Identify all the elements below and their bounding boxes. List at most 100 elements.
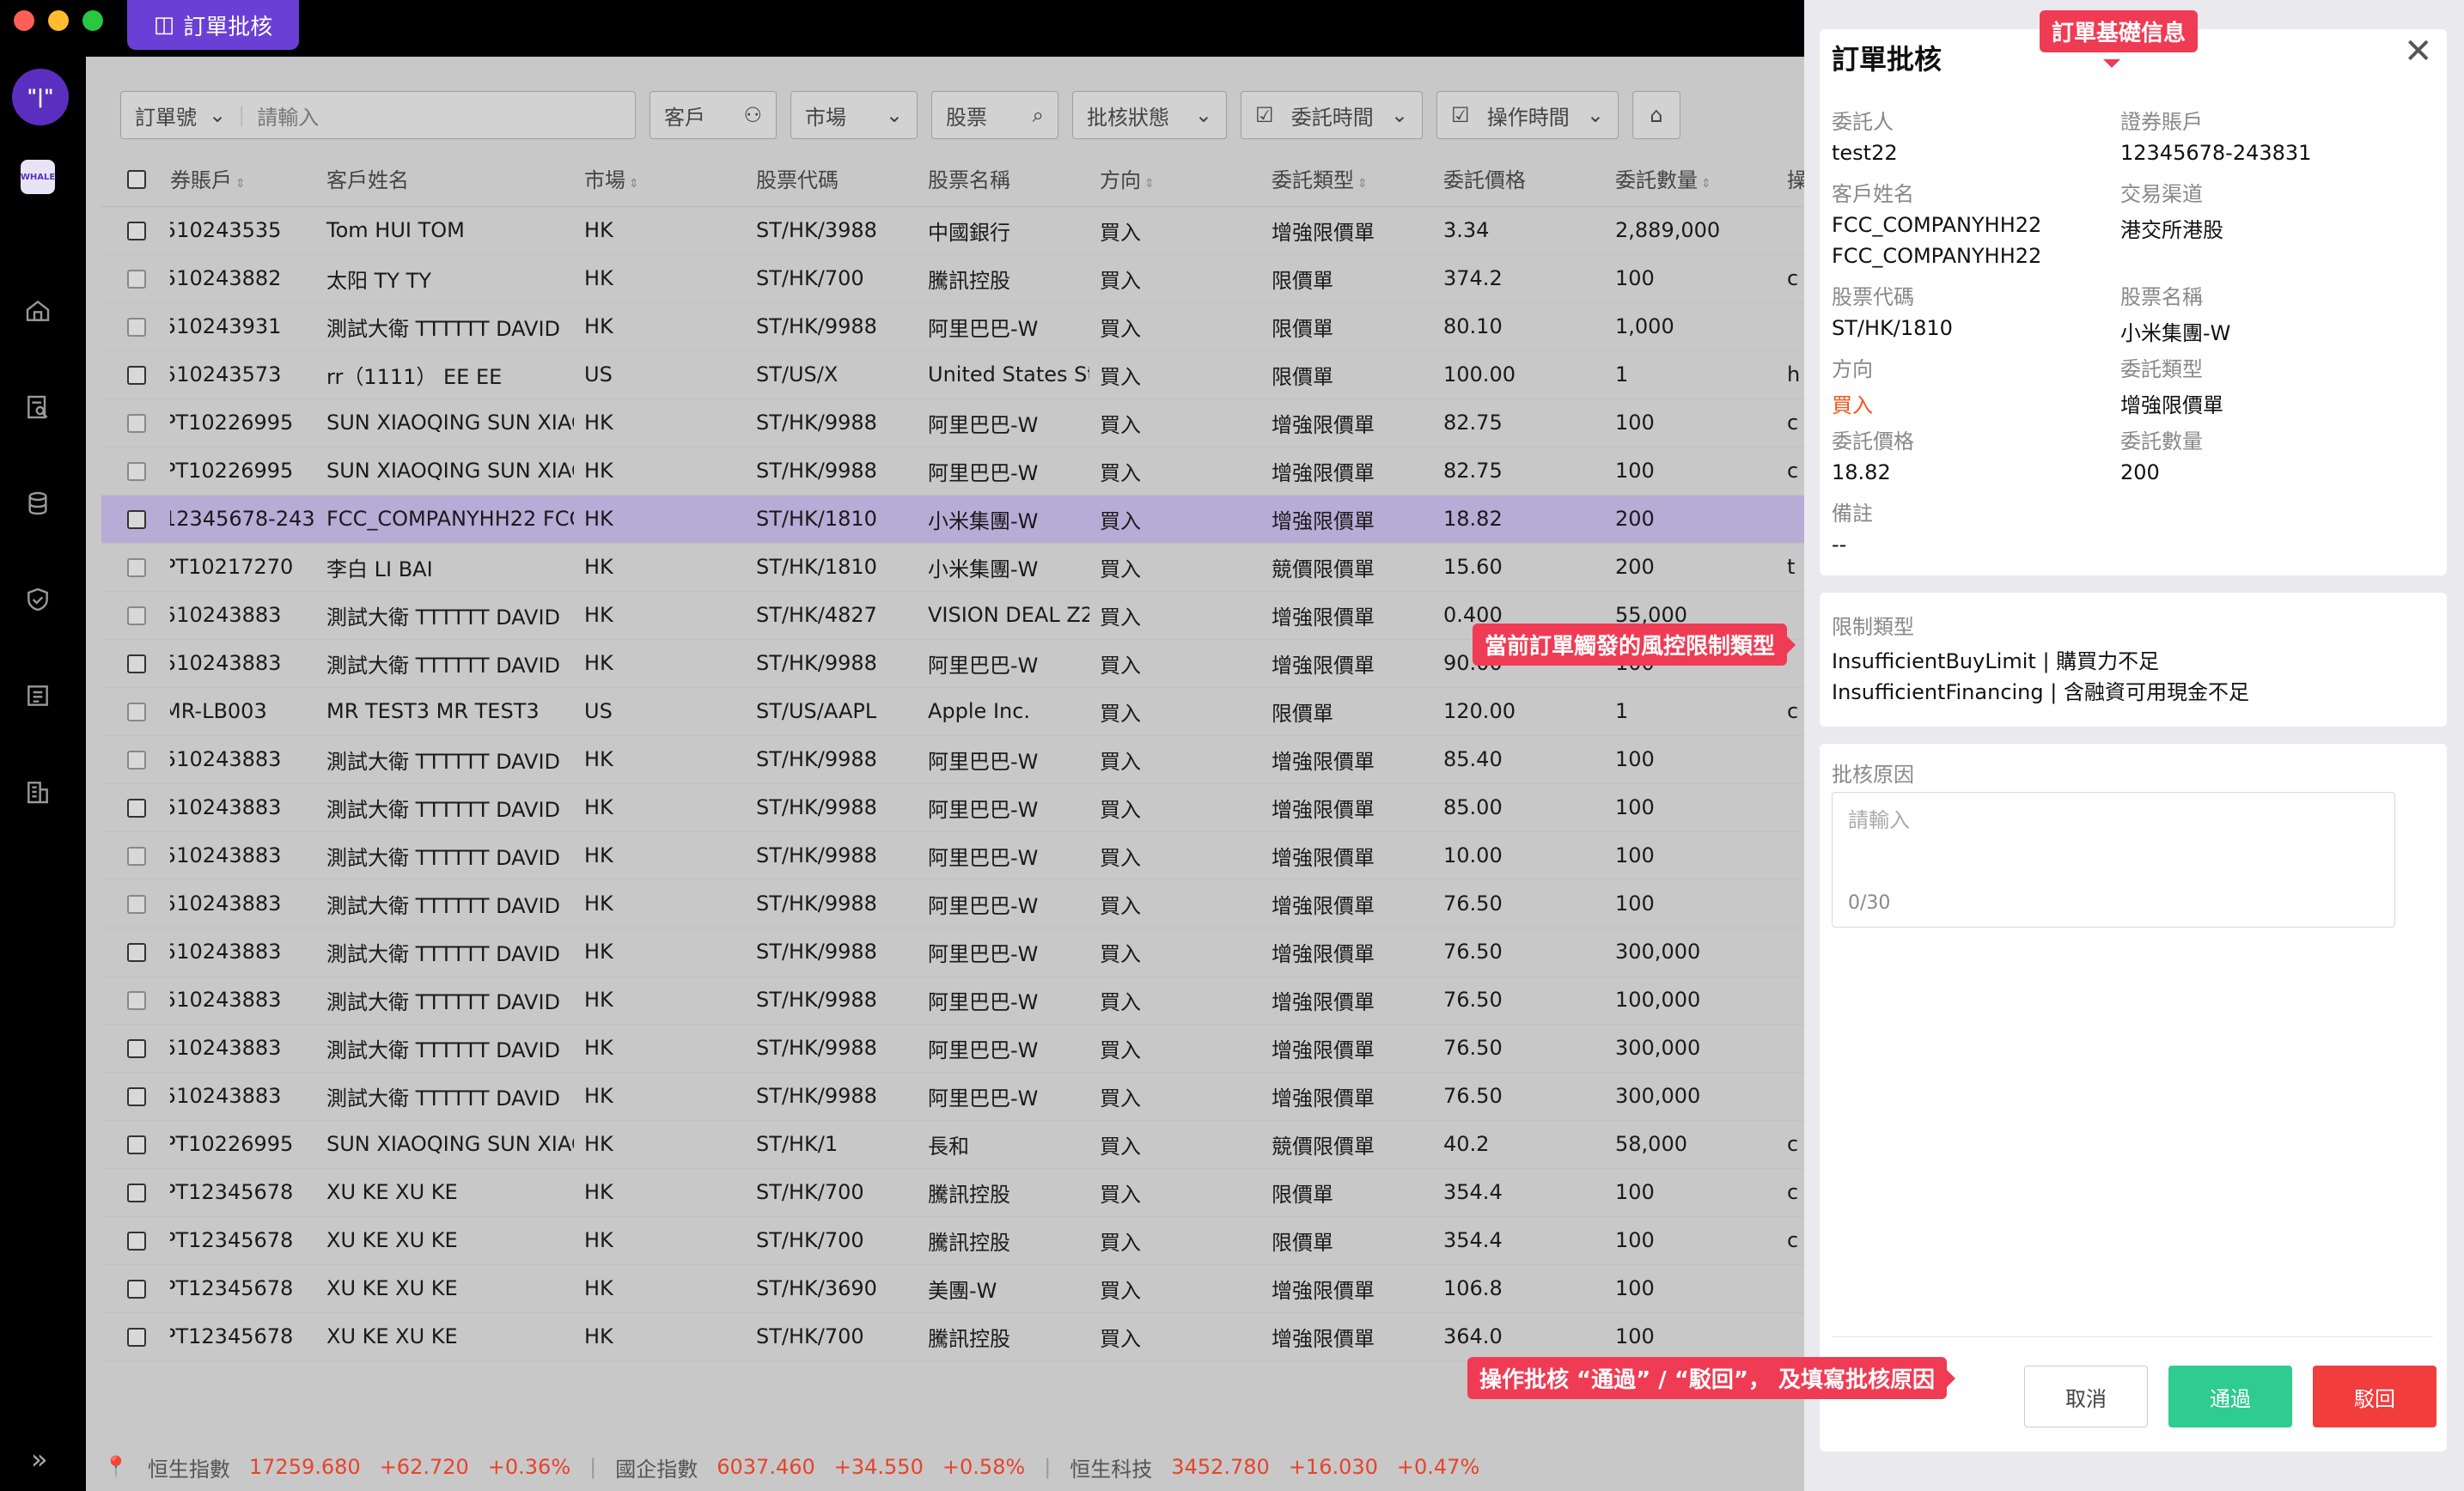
table-row[interactable]: PT10226995 SUN XIAOQING SUN XIAO HK ST/HK/9… bbox=[101, 399, 1804, 447]
ticker-change: +62.720 bbox=[379, 1455, 469, 1479]
whale-app-icon[interactable]: WHALE bbox=[21, 160, 55, 194]
row-checkbox[interactable] bbox=[127, 318, 146, 337]
row-checkbox[interactable] bbox=[127, 895, 146, 914]
col-market[interactable]: 市場 ⇕ bbox=[574, 151, 746, 207]
table-row[interactable]: PT12345678 XU KE XU KE HK ST/HK/700 騰訊控股 買入 增強… bbox=[101, 1312, 1804, 1361]
table-row[interactable]: MR-LB003 MR TEST3 MR TEST3 US ST/US/AAPL App… bbox=[101, 687, 1804, 736]
order-time-filter[interactable]: ☑ 委託時間 ⌄ bbox=[1241, 91, 1423, 139]
building-icon[interactable] bbox=[19, 773, 57, 811]
row-checkbox[interactable] bbox=[127, 799, 146, 818]
cell-client-name: rr（1111） EE EE bbox=[316, 350, 574, 399]
market-filter[interactable]: 市場 ⌄ bbox=[790, 91, 918, 139]
row-checkbox[interactable] bbox=[127, 991, 146, 1010]
row-checkbox[interactable] bbox=[127, 414, 146, 433]
row-checkbox[interactable] bbox=[127, 1232, 146, 1251]
row-checkbox[interactable] bbox=[127, 943, 146, 962]
order-no-input[interactable]: 請輸入 bbox=[257, 100, 319, 131]
sort-icon[interactable]: ⇕ bbox=[629, 177, 639, 191]
operation-time-filter[interactable]: ☑ 操作時間 ⌄ bbox=[1436, 91, 1619, 139]
sort-icon[interactable]: ⇕ bbox=[1144, 177, 1155, 191]
cell-operation bbox=[1777, 1072, 1804, 1121]
row-checkbox[interactable] bbox=[127, 1135, 146, 1154]
reject-button[interactable]: 駁回 bbox=[2313, 1366, 2437, 1427]
table-row[interactable]: 510243883 測試大衛 TTTTTT DAVID HK ST/HK/9988 阿里… bbox=[101, 735, 1804, 784]
reason-textarea[interactable]: 請輸入 0/30 bbox=[1832, 792, 2395, 928]
table-row[interactable]: 12345678-243831FCC_COMPANYHH22 FCCHKST/H… bbox=[101, 495, 1804, 544]
table-row[interactable]: 510243883 測試大衛 TTTTTT DAVID HK ST/HK/9988 阿里… bbox=[101, 831, 1804, 880]
table-row[interactable]: 510243931 測試大衛 TTTTTT DAVID HK ST/HK/9988 阿里… bbox=[101, 302, 1804, 351]
row-checkbox[interactable] bbox=[127, 606, 146, 625]
cell-account: 510243883 bbox=[170, 879, 316, 928]
sort-icon[interactable]: ⇕ bbox=[1357, 177, 1368, 191]
table-row[interactable]: 510243883 測試大衛 TTTTTT DAVID HK ST/HK/9988 阿里… bbox=[101, 976, 1804, 1025]
client-filter[interactable]: 客戶 ⚇ bbox=[650, 91, 777, 139]
brand-logo[interactable]: "|" bbox=[12, 69, 69, 125]
row-checkbox[interactable] bbox=[127, 1184, 146, 1202]
table-row[interactable]: 510243883 測試大衛 TTTTTT DAVID HK ST/HK/9988 阿里… bbox=[101, 1072, 1804, 1121]
checklist-icon[interactable] bbox=[19, 677, 57, 715]
row-checkbox[interactable] bbox=[127, 847, 146, 866]
select-all-checkbox[interactable] bbox=[127, 169, 146, 189]
row-checkbox[interactable] bbox=[127, 703, 146, 721]
table-row[interactable]: 510243573 rr（1111） EE EE US ST/US/X United S… bbox=[101, 350, 1804, 399]
table-row[interactable]: 510243883 測試大衛 TTTTTT DAVID HK ST/HK/9988 阿里… bbox=[101, 783, 1804, 832]
database-icon[interactable] bbox=[19, 484, 57, 522]
search-doc-icon[interactable] bbox=[19, 388, 57, 426]
table-row[interactable]: PT12345678 XU KE XU KE HK ST/HK/3690 美團-W 買入增… bbox=[101, 1264, 1804, 1313]
cell-qty: 58,000 bbox=[1605, 1120, 1777, 1169]
row-checkbox[interactable] bbox=[127, 366, 146, 385]
order-no-filter[interactable]: 訂單號 ⌄ | 請輸入 bbox=[120, 91, 636, 139]
cell-order-type: 限價單 bbox=[1261, 1168, 1433, 1217]
shield-icon[interactable] bbox=[19, 581, 57, 618]
table-row[interactable]: PT10226995 SUN XIAOQING SUN XIAO HK ST/HK/9… bbox=[101, 447, 1804, 496]
cell-order-type: 增強限價單 bbox=[1261, 735, 1433, 784]
cell-operation: c bbox=[1777, 399, 1804, 447]
table-row[interactable]: 510243883 測試大衛 TTTTTT DAVID HK ST/HK/9988 阿里… bbox=[101, 928, 1804, 977]
stock-filter[interactable]: 股票 ⌕ bbox=[931, 91, 1058, 139]
row-checkbox[interactable] bbox=[127, 654, 146, 673]
table-row[interactable]: 510243883 測試大衛 TTTTTT DAVID HK ST/HK/9988 阿里… bbox=[101, 1024, 1804, 1073]
zoom-window-button[interactable] bbox=[82, 10, 103, 31]
cancel-button[interactable]: 取消 bbox=[2024, 1366, 2148, 1427]
cell-stock-code: ST/HK/9988 bbox=[746, 1072, 918, 1121]
order-no-select[interactable]: 訂單號 bbox=[135, 100, 197, 131]
table-row[interactable]: 510243535 Tom HUI TOM HK ST/HK/3988 中國銀行 買入 增強… bbox=[101, 206, 1804, 255]
cell-order-type: 增強限價單 bbox=[1261, 879, 1433, 928]
sort-icon[interactable]: ⇕ bbox=[235, 177, 246, 191]
row-checkbox[interactable] bbox=[127, 510, 146, 529]
close-icon[interactable]: ✕ bbox=[2404, 34, 2433, 69]
table-row[interactable]: PT10217270 李白 LI BAI HK ST/HK/1810 小米集團-W 買入競… bbox=[101, 543, 1804, 592]
row-checkbox[interactable] bbox=[127, 1280, 146, 1299]
row-checkbox[interactable] bbox=[127, 751, 146, 770]
tab-order-approval[interactable]: ◫ 訂單批核 bbox=[127, 0, 299, 50]
cell-direction: 買入 bbox=[1089, 254, 1261, 303]
row-checkbox[interactable] bbox=[127, 1039, 146, 1058]
row-checkbox[interactable] bbox=[127, 558, 146, 577]
row-checkbox[interactable] bbox=[127, 270, 146, 289]
row-checkbox[interactable] bbox=[127, 1328, 146, 1347]
cell-order-type: 增強限價單 bbox=[1261, 1072, 1433, 1121]
col-qty[interactable]: 委託數量 ⇕ bbox=[1605, 151, 1777, 207]
table-row[interactable]: PT10226995 SUN XIAOQING SUN XIAO HK ST/HK/1… bbox=[101, 1120, 1804, 1169]
col-order-type[interactable]: 委託類型 ⇕ bbox=[1261, 151, 1433, 207]
table-row[interactable]: PT12345678 XU KE XU KE HK ST/HK/700 騰訊控股 買入 限價… bbox=[101, 1168, 1804, 1217]
sort-icon[interactable]: ⇕ bbox=[1701, 177, 1711, 191]
close-window-button[interactable] bbox=[14, 10, 34, 31]
table-row[interactable]: PT12345678 XU KE XU KE HK ST/HK/700 騰訊控股 買入 限價… bbox=[101, 1216, 1804, 1265]
col-account[interactable]: 券賬戶 ⇕ bbox=[170, 151, 316, 207]
col-direction[interactable]: 方向 ⇕ bbox=[1089, 151, 1261, 207]
cell-market: HK bbox=[574, 735, 746, 784]
home-icon[interactable] bbox=[19, 292, 57, 330]
clear-filter-button[interactable]: ⌂ bbox=[1632, 91, 1680, 139]
cell-qty: 200 bbox=[1605, 495, 1777, 544]
minimize-window-button[interactable] bbox=[48, 10, 69, 31]
expand-sidebar-icon[interactable]: » bbox=[31, 1443, 48, 1476]
row-checkbox[interactable] bbox=[127, 462, 146, 481]
cell-account: 510243883 bbox=[170, 928, 316, 977]
row-checkbox[interactable] bbox=[127, 222, 146, 240]
pass-button[interactable]: 通過 bbox=[2168, 1366, 2292, 1427]
table-row[interactable]: 510243882 太阳 TY TY HK ST/HK/700 騰訊控股 買入 限價單 374… bbox=[101, 254, 1804, 303]
approval-status-filter[interactable]: 批核狀態 ⌄ bbox=[1072, 91, 1227, 139]
table-row[interactable]: 510243883 測試大衛 TTTTTT DAVID HK ST/HK/9988 阿里… bbox=[101, 879, 1804, 928]
row-checkbox[interactable] bbox=[127, 1087, 146, 1106]
